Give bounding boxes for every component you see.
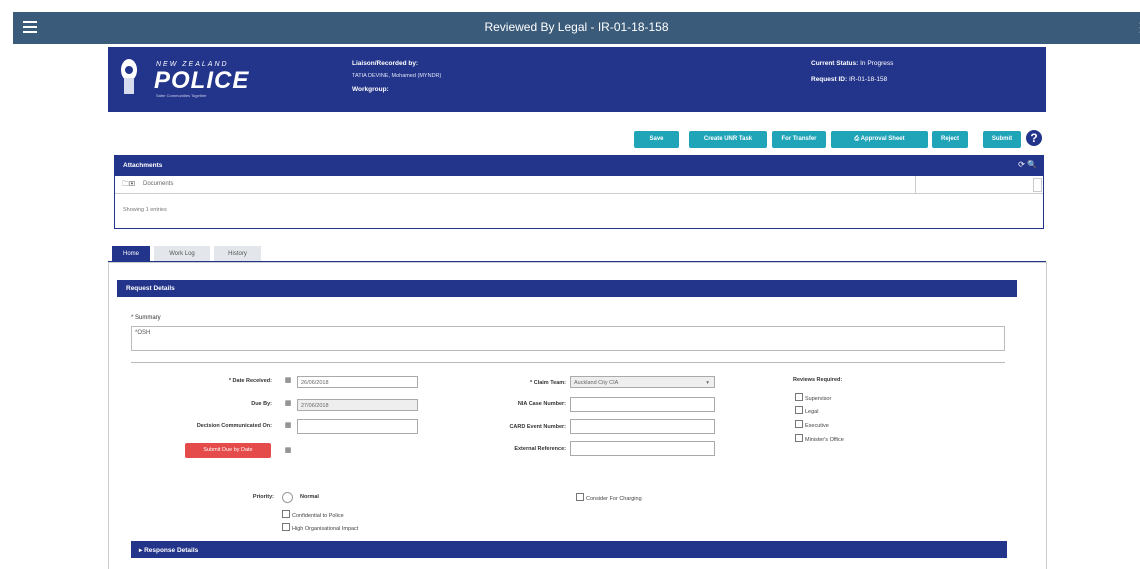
- request-id-value: IR-01-18-158: [848, 76, 888, 83]
- decision-communicated-label: Decision Communicated On:: [196, 423, 272, 429]
- due-by-field: 27/06/2018: [297, 399, 418, 411]
- card-event-field[interactable]: [570, 419, 715, 434]
- review-supervisor-checkbox[interactable]: Supervisor: [795, 393, 831, 402]
- confidential-checkbox[interactable]: Confidential to Police: [282, 510, 344, 519]
- approval-sheet-label: Approval Sheet: [860, 136, 905, 142]
- chevron-down-icon: ▾: [706, 380, 709, 386]
- attachments-row[interactable]: 🗀▣ Documents: [115, 176, 1043, 194]
- refresh-search-icons[interactable]: ⟳ 🔍: [1018, 160, 1037, 169]
- checkbox-label: Supervisor: [805, 396, 832, 402]
- date-received-label: * Date Received:: [228, 378, 272, 384]
- review-executive-checkbox[interactable]: Executive: [795, 420, 829, 429]
- help-icon[interactable]: ?: [1026, 130, 1042, 146]
- tab-home[interactable]: Home: [112, 246, 150, 262]
- external-reference-field[interactable]: [570, 441, 715, 456]
- calendar-icon[interactable]: ▦: [283, 421, 293, 431]
- summary-label: * Summary: [131, 315, 161, 321]
- column-divider: [915, 176, 916, 193]
- request-id-label: Request ID:: [811, 76, 848, 83]
- summary-textarea[interactable]: *OSH: [131, 326, 1005, 351]
- card-event-label: CARD Event Number:: [509, 424, 566, 430]
- response-details-header[interactable]: ▸ Response Details: [131, 541, 1007, 558]
- tab-work-log[interactable]: Work Log: [154, 246, 210, 262]
- scrollbar[interactable]: [1033, 178, 1042, 192]
- reject-button[interactable]: Reject: [932, 131, 968, 148]
- status-value: In Progress: [860, 60, 894, 67]
- high-impact-checkbox[interactable]: High Organisational Impact: [282, 523, 358, 532]
- attachments-header: Attachments ⟳ 🔍: [115, 156, 1043, 176]
- checkbox-label: Legal: [805, 409, 819, 415]
- police-badge-icon: [121, 59, 137, 94]
- consider-charging-checkbox[interactable]: Consider For Charging: [576, 493, 642, 502]
- workgroup-label: Workgroup:: [352, 86, 389, 93]
- liaison-label: Liaison/Recorded by:: [352, 60, 419, 67]
- calendar-icon[interactable]: ▦: [283, 399, 293, 409]
- priority-label: Priority:: [252, 494, 274, 500]
- checkbox-label: Consider For Charging: [586, 496, 642, 502]
- app-header: Reviewed By Legal - IR-01-18-158 ⋮: [13, 12, 1140, 44]
- checkbox-label: High Organisational Impact: [292, 526, 359, 532]
- logo-wordmark: POLICE: [154, 67, 250, 94]
- due-by-label: Due By:: [251, 401, 272, 407]
- attachments-footer: Showing 1 entries: [123, 207, 167, 213]
- calendar-icon[interactable]: ▦: [283, 446, 293, 456]
- logo-tagline: Safer Communities Together: [156, 93, 207, 98]
- checkbox-label: Minister's Office: [805, 437, 844, 443]
- reviews-required-label: Reviews Required:: [793, 377, 843, 383]
- nia-case-label: NIA Case Number:: [517, 401, 566, 407]
- current-status: Current Status: In Progress: [811, 60, 893, 67]
- checkbox-label: Executive: [805, 423, 829, 429]
- request-id: Request ID: IR-01-18-158: [811, 76, 887, 83]
- request-details-header[interactable]: Request Details: [117, 280, 1017, 297]
- claim-team-label: * Claim Team:: [530, 380, 566, 386]
- attachments-panel: Attachments ⟳ 🔍 🗀▣ Documents Showing 1 e…: [114, 155, 1044, 229]
- liaison-value: TATIA DEVINE, Mohamed (MYNDR): [352, 73, 442, 79]
- submit-button[interactable]: Submit: [983, 131, 1021, 148]
- status-label: Current Status:: [811, 60, 859, 67]
- claim-team-select[interactable]: Auckland City CIA ▾: [570, 376, 715, 388]
- approval-sheet-button[interactable]: ⎙ Approval Sheet: [831, 131, 928, 148]
- home-tab-panel: [108, 262, 1047, 569]
- attachments-title: Attachments: [123, 162, 163, 169]
- checkbox-label: Confidential to Police: [292, 513, 344, 519]
- review-minister-checkbox[interactable]: Minister's Office: [795, 434, 844, 443]
- external-reference-label: External Reference:: [514, 446, 566, 452]
- nia-case-field[interactable]: [570, 397, 715, 412]
- documents-folder[interactable]: Documents: [143, 181, 173, 187]
- police-banner: NEW ZEALAND POLICE Safer Communities Tog…: [108, 47, 1046, 112]
- response-details-title: ▸ Response Details: [139, 547, 199, 554]
- for-transfer-button[interactable]: For Transfer: [772, 131, 826, 148]
- create-task-button[interactable]: Create UNR Task: [689, 131, 767, 148]
- divider: [131, 362, 1005, 363]
- calendar-icon[interactable]: ▦: [283, 376, 293, 386]
- submit-due-by-date-button[interactable]: Submit Due by Date: [185, 443, 271, 458]
- priority-radio[interactable]: [282, 492, 293, 503]
- decision-communicated-field[interactable]: [297, 419, 418, 434]
- claim-team-value: Auckland City CIA: [574, 380, 619, 386]
- page-title: Reviewed By Legal - IR-01-18-158: [484, 20, 669, 34]
- request-details-title: Request Details: [126, 285, 175, 292]
- review-legal-checkbox[interactable]: Legal: [795, 406, 818, 415]
- folder-icon[interactable]: 🗀▣: [122, 180, 135, 191]
- tab-history[interactable]: History: [214, 246, 261, 262]
- more-options-icon[interactable]: ⋮: [1134, 20, 1140, 36]
- priority-value: Normal: [300, 494, 319, 500]
- save-button[interactable]: Save: [634, 131, 679, 148]
- date-received-field[interactable]: 26/06/2018: [297, 376, 418, 388]
